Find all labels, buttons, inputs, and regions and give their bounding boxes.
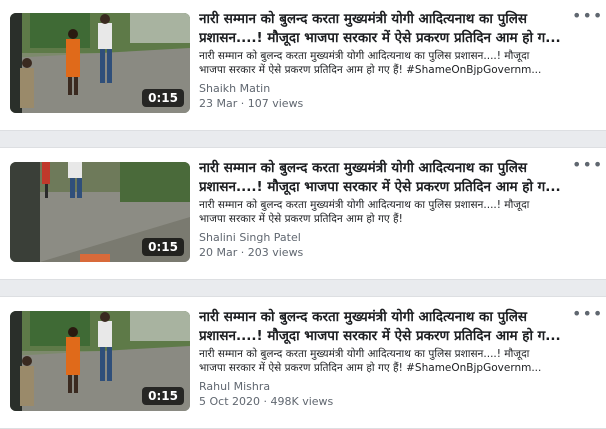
video-description-line: भाजपा सरकार में ऐसे प्रकरण प्रतिदिन आम ह… xyxy=(199,362,542,374)
video-author[interactable]: Shaikh Matin xyxy=(199,81,569,96)
video-meta: 23 Mar · 107 views xyxy=(199,97,304,110)
video-title[interactable]: नारी सम्मान को बुलन्द करता मुख्यमंत्री य… xyxy=(199,10,569,48)
video-thumbnail[interactable]: 0:15 xyxy=(10,162,190,262)
ellipsis-icon: ••• xyxy=(572,155,604,174)
more-options-button[interactable]: ••• xyxy=(572,306,602,325)
video-duration: 0:15 xyxy=(142,89,184,107)
video-duration: 0:15 xyxy=(142,238,184,256)
video-description-line: नारी सम्मान को बुलन्द करता मुख्यमंत्री य… xyxy=(199,199,530,211)
video-title-line: प्रशासन....! मौजूदा भाजपा सरकार में ऐसे … xyxy=(199,179,561,195)
video-title-line: नारी सम्मान को बुलन्द करता मुख्यमंत्री य… xyxy=(199,11,528,27)
more-options-button[interactable]: ••• xyxy=(572,8,602,27)
ellipsis-icon: ••• xyxy=(572,304,604,323)
video-title[interactable]: नारी सम्मान को बुलन्द करता मुख्यमंत्री य… xyxy=(199,308,569,346)
video-description: नारी सम्मान को बुलन्द करता मुख्यमंत्री य… xyxy=(199,49,569,77)
video-title-line: प्रशासन....! मौजूदा भाजपा सरकार में ऐसे … xyxy=(199,30,561,46)
video-title-line: प्रशासन....! मौजूदा भाजपा सरकार में ऐसे … xyxy=(199,328,561,344)
video-thumbnail[interactable]: 0:15 xyxy=(10,311,190,411)
video-duration: 0:15 xyxy=(142,387,184,405)
video-description-line: भाजपा सरकार में ऐसे प्रकरण प्रतिदिन आम ह… xyxy=(199,213,403,225)
video-thumbnail[interactable]: 0:15 xyxy=(10,13,190,113)
video-author[interactable]: Shalini Singh Patel xyxy=(199,230,569,245)
video-card[interactable]: 0:15 नारी सम्मान को बुलन्द करता मुख्यमंत… xyxy=(0,296,606,429)
video-meta: 5 Oct 2020 · 498K views xyxy=(199,395,334,408)
more-options-button[interactable]: ••• xyxy=(572,157,602,176)
video-description-line: नारी सम्मान को बुलन्द करता मुख्यमंत्री य… xyxy=(199,50,530,62)
video-description: नारी सम्मान को बुलन्द करता मुख्यमंत्री य… xyxy=(199,347,569,375)
video-meta: 20 Mar · 203 views xyxy=(199,246,304,259)
video-description-line: नारी सम्मान को बुलन्द करता मुख्यमंत्री य… xyxy=(199,348,530,360)
video-author[interactable]: Rahul Mishra xyxy=(199,379,569,394)
video-title[interactable]: नारी सम्मान को बुलन्द करता मुख्यमंत्री य… xyxy=(199,159,569,197)
video-card[interactable]: 0:15 नारी सम्मान को बुलन्द करता मुख्यमंत… xyxy=(0,147,606,280)
video-title-line: नारी सम्मान को बुलन्द करता मुख्यमंत्री य… xyxy=(199,160,528,176)
video-info: नारी सम्मान को बुलन्द करता मुख्यमंत्री य… xyxy=(199,308,569,409)
ellipsis-icon: ••• xyxy=(572,6,604,25)
video-description: नारी सम्मान को बुलन्द करता मुख्यमंत्री य… xyxy=(199,198,569,226)
video-card[interactable]: 0:15 नारी सम्मान को बुलन्द करता मुख्यमंत… xyxy=(0,0,606,131)
video-info: नारी सम्मान को बुलन्द करता मुख्यमंत्री य… xyxy=(199,10,569,111)
video-title-line: नारी सम्मान को बुलन्द करता मुख्यमंत्री य… xyxy=(199,309,528,325)
video-info: नारी सम्मान को बुलन्द करता मुख्यमंत्री य… xyxy=(199,159,569,260)
video-description-line: भाजपा सरकार में ऐसे प्रकरण प्रतिदिन आम ह… xyxy=(199,64,542,76)
